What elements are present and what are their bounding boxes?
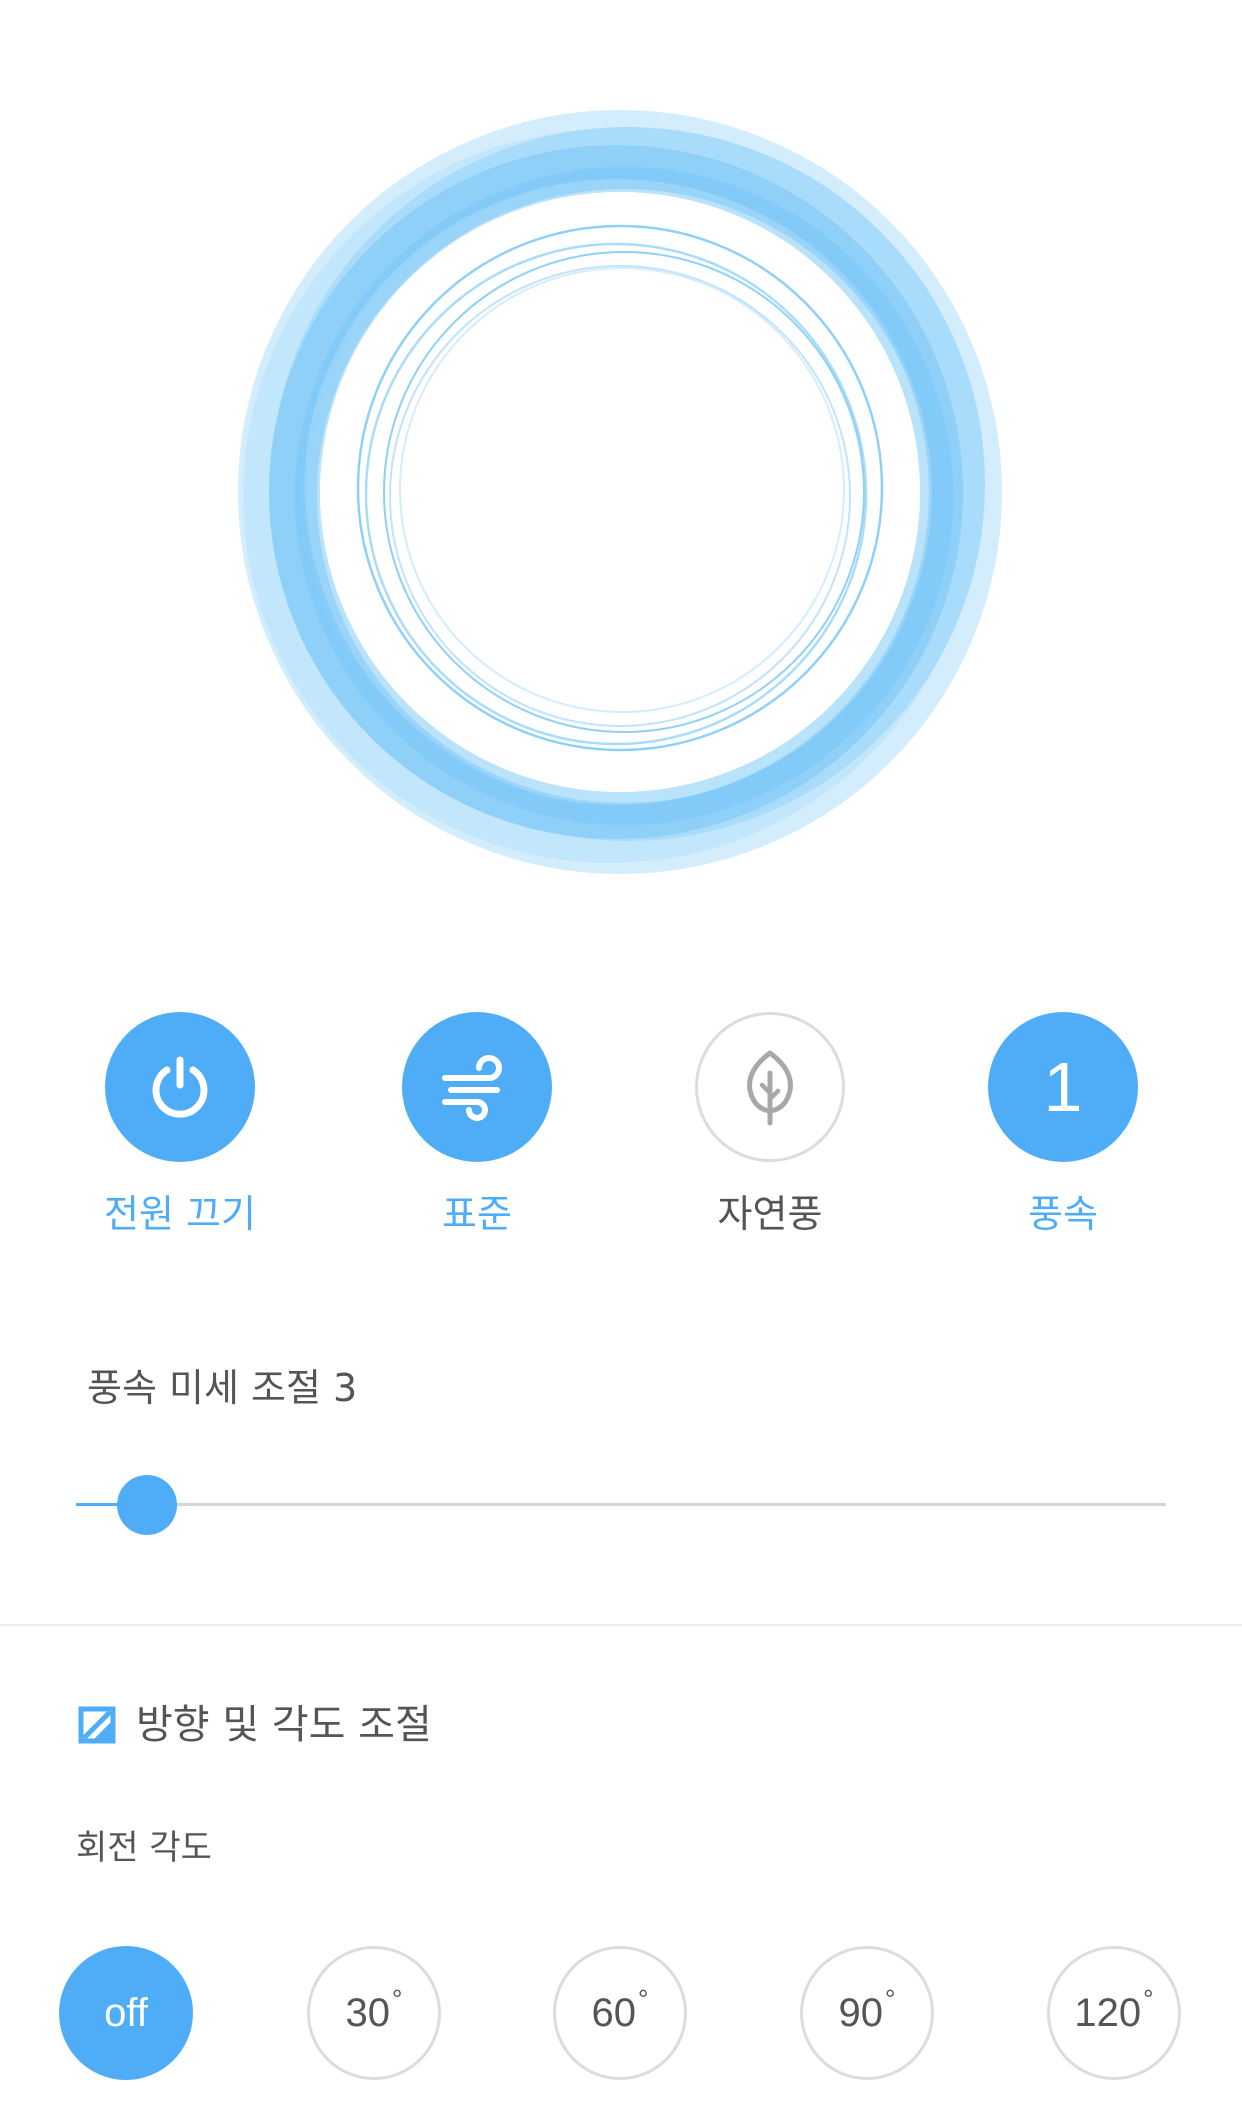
leaf-icon [747, 1050, 793, 1126]
degree-symbol: ° [1143, 1983, 1154, 2014]
angle-option-120[interactable]: 120 ° [1047, 1946, 1181, 2080]
angle-option-text: off [104, 1990, 148, 2035]
speed-button[interactable]: 1 [988, 1012, 1138, 1162]
angle-option-90[interactable]: 90 ° [800, 1946, 934, 2080]
fine-speed-label: 풍속 미세 조절 3 [87, 1366, 358, 1410]
speed-control: 1 풍속 [988, 1012, 1138, 1236]
natural-mode-label: 자연풍 [717, 1192, 823, 1236]
speed-label: 풍속 [1028, 1192, 1098, 1236]
rotation-angle-label: 회전 각도 [76, 1828, 212, 1868]
power-label: 전원 끄기 [104, 1192, 256, 1236]
slider-thumb[interactable] [116, 1475, 177, 1535]
speed-value: 1 [1043, 1048, 1083, 1126]
angle-option-text: 120 [1074, 1990, 1142, 2035]
power-button[interactable] [105, 1012, 255, 1162]
section-divider [0, 1624, 1242, 1626]
checkbox-icon[interactable] [78, 1706, 116, 1744]
angle-option-off[interactable]: off [59, 1946, 193, 2080]
standard-mode-control: 표준 [402, 1012, 552, 1236]
wind-icon [442, 1055, 502, 1121]
standard-mode-button[interactable] [402, 1012, 552, 1162]
degree-symbol: ° [638, 1983, 649, 2014]
natural-mode-control: 자연풍 [695, 1012, 845, 1236]
power-icon [152, 1056, 208, 1118]
angle-option-30[interactable]: 30 ° [307, 1946, 441, 2080]
angle-option-text: 90 [838, 1990, 884, 2035]
degree-symbol: ° [392, 1983, 403, 2014]
fan-ring-visual [232, 104, 1008, 880]
natural-mode-button[interactable] [695, 1012, 845, 1162]
fine-speed-slider[interactable] [76, 1470, 1166, 1540]
angle-option-text: 60 [591, 1990, 637, 2035]
direction-section-header: 방향 및 각도 조절 [78, 1700, 432, 1750]
angle-option-text: 30 [345, 1990, 391, 2035]
angle-option-60[interactable]: 60 ° [553, 1946, 687, 2080]
power-control: 전원 끄기 [104, 1012, 256, 1236]
direction-title: 방향 및 각도 조절 [136, 1702, 432, 1748]
degree-symbol: ° [885, 1983, 896, 2014]
standard-mode-label: 표준 [442, 1192, 512, 1236]
slider-track [76, 1503, 1166, 1506]
